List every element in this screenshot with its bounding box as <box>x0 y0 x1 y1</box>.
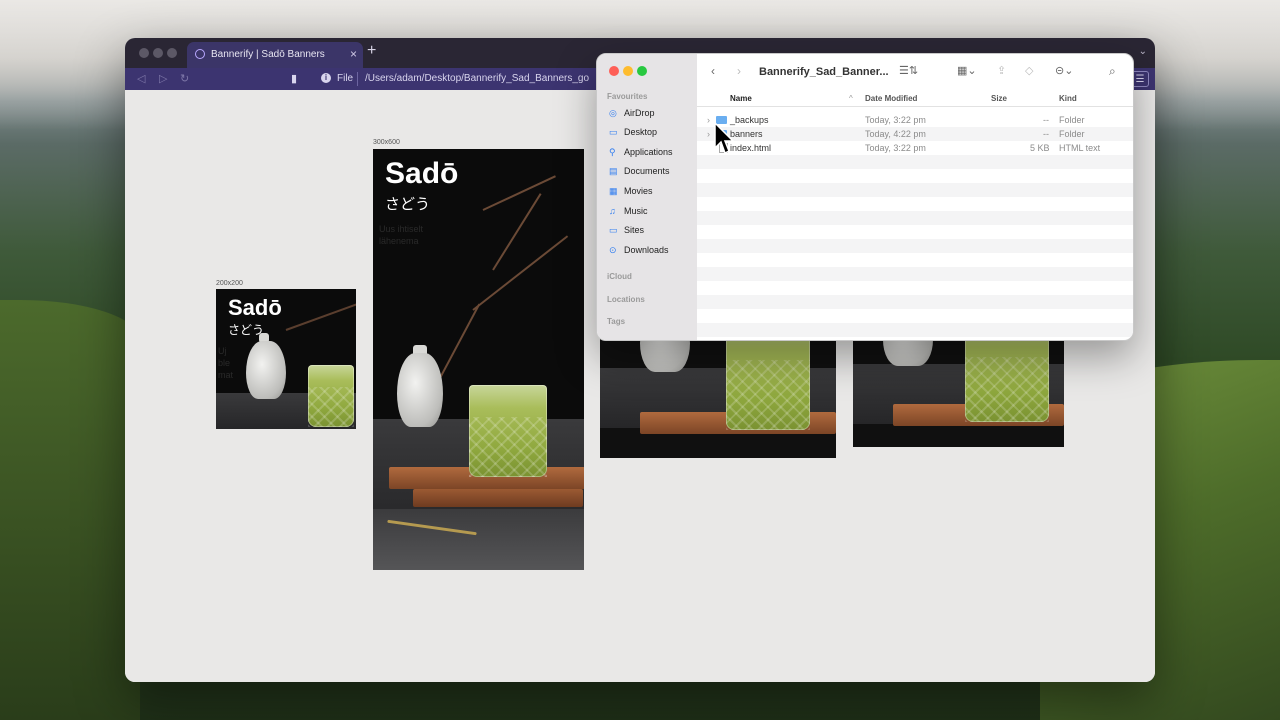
sidebar-header-icloud: iCloud <box>607 272 632 281</box>
forward-chevron-icon[interactable]: › <box>737 64 741 78</box>
column-header-size[interactable]: Size <box>991 94 1007 103</box>
banner-300x600[interactable]: Sadō さどう Uus ihtiselt lähenema <box>373 149 584 570</box>
disclosure-chevron-icon[interactable]: › <box>707 115 710 125</box>
mouse-cursor-icon <box>714 122 735 155</box>
sidebar-item-airdrop[interactable]: ◎ AirDrop <box>609 108 655 122</box>
banner-size-label: 200x200 <box>216 280 243 287</box>
bookmark-icon[interactable]: ▮ <box>291 72 297 85</box>
empty-row <box>697 323 1133 337</box>
minimize-window-button[interactable] <box>153 48 163 58</box>
close-window-button[interactable] <box>139 48 149 58</box>
sidebar-item-applications[interactable]: ⚲ Applications <box>609 147 673 161</box>
vase-image <box>246 341 286 399</box>
back-chevron-icon[interactable]: ‹ <box>711 64 715 78</box>
zoom-window-button[interactable] <box>167 48 177 58</box>
banner-landscape-2[interactable] <box>853 328 1064 447</box>
finder-title: Bannerify_Sad_Banner... <box>759 66 889 78</box>
more-actions-icon[interactable]: ⊝⌄ <box>1055 64 1073 77</box>
reload-icon[interactable]: ↻ <box>180 72 189 85</box>
applications-icon: ⚲ <box>609 147 616 157</box>
banner-size-label: 300x600 <box>373 139 400 146</box>
banner-subtitle: さどう <box>228 323 265 337</box>
folder-icon: ▭ <box>609 225 618 235</box>
info-icon[interactable]: i <box>321 73 331 83</box>
document-icon: ▤ <box>609 166 618 176</box>
vase-image <box>397 353 443 427</box>
new-tab-button[interactable]: + <box>367 42 376 60</box>
sidebar-item-desktop[interactable]: ▭ Desktop <box>609 127 657 141</box>
sidebar-item-downloads[interactable]: ⊙ Downloads <box>609 245 669 259</box>
downloads-icon: ⊙ <box>609 245 617 255</box>
finder-content: ‹ › Bannerify_Sad_Banner... ☰⇅ ▦⌄ ⇪ ◇ ⊝⌄… <box>697 54 1133 340</box>
finder-zoom-button[interactable] <box>637 66 647 76</box>
back-arrow-icon[interactable]: ◁ <box>137 72 145 85</box>
tab-close-icon[interactable]: × <box>350 47 357 61</box>
music-icon: ♫ <box>609 206 616 216</box>
forward-arrow-icon[interactable]: ▷ <box>159 72 167 85</box>
tab-bannerify[interactable]: Bannerify | Sadō Banners × <box>187 42 363 68</box>
disclosure-chevron-icon[interactable]: › <box>707 129 710 139</box>
finder-window: Favourites ◎ AirDrop ▭ Desktop ⚲ Applicatio… <box>596 53 1134 341</box>
table-row[interactable]: › banners Today, 4:22 pm -- Folder <box>697 127 1133 141</box>
url-separator <box>357 72 358 86</box>
sidebar-item-sites[interactable]: ▭ Sites <box>609 225 644 239</box>
sidebar-item-movies[interactable]: ▦ Movies <box>609 186 653 200</box>
airdrop-icon: ◎ <box>609 108 617 118</box>
banner-title: Sadō <box>385 157 459 190</box>
desktop-hill-left <box>0 300 140 720</box>
sidebar-header-favourites: Favourites <box>607 92 648 101</box>
banner-200x200[interactable]: Sadō さどう Uj ble mat <box>216 289 356 429</box>
desktop-icon: ▭ <box>609 127 618 137</box>
banner-landscape-1[interactable] <box>600 328 836 458</box>
banner-subtitle: さどう <box>385 196 431 213</box>
table-row[interactable]: index.html Today, 3:22 pm 5 KB HTML text <box>697 141 1133 155</box>
tag-icon[interactable]: ◇ <box>1025 64 1033 77</box>
sidebar-item-documents[interactable]: ▤ Documents <box>609 166 670 180</box>
banner-faint-text: Uus ihtiselt lähenema <box>379 224 424 246</box>
empty-row <box>697 295 1133 309</box>
finder-sidebar: Favourites ◎ AirDrop ▭ Desktop ⚲ Applicatio… <box>597 54 697 340</box>
share-icon[interactable]: ⇪ <box>997 64 1006 77</box>
grid-view-icon[interactable]: ▦⌄ <box>957 64 977 77</box>
sidebar-header-locations: Locations <box>607 295 645 304</box>
finder-close-button[interactable] <box>609 66 619 76</box>
empty-row <box>697 239 1133 253</box>
banner-title: Sadō <box>228 295 282 320</box>
sort-chevron-icon: ^ <box>849 94 853 103</box>
column-header-kind[interactable]: Kind <box>1059 94 1077 103</box>
matcha-glass-image <box>308 365 354 427</box>
column-header-date[interactable]: Date Modified <box>865 94 917 103</box>
empty-row <box>697 211 1133 225</box>
finder-minimize-button[interactable] <box>623 66 633 76</box>
url-scheme-label: File <box>337 73 354 84</box>
url-input[interactable]: /Users/adam/Desktop/Bannerify_Sad_Banner… <box>365 73 595 84</box>
matcha-glass-image <box>469 385 547 477</box>
table-row[interactable]: › _backups Today, 3:22 pm -- Folder <box>697 113 1133 127</box>
movies-icon: ▦ <box>609 186 618 196</box>
header-divider <box>697 106 1133 107</box>
bannerify-logo-icon <box>195 49 205 59</box>
list-view-icon[interactable]: ☰⇅ <box>899 64 918 77</box>
empty-row <box>697 183 1133 197</box>
empty-row <box>697 155 1133 169</box>
empty-row <box>697 267 1133 281</box>
sidebar-item-music[interactable]: ♫ Music <box>609 206 648 220</box>
banner-faint-text: Uj ble mat <box>218 346 234 380</box>
sidebar-header-tags: Tags <box>607 317 626 326</box>
column-header-name[interactable]: Name <box>730 94 752 103</box>
search-icon[interactable]: ⌕ <box>1109 64 1116 79</box>
tab-list-chevron-icon[interactable]: ⌄ <box>1139 46 1147 57</box>
tab-title: Bannerify | Sadō Banners <box>211 49 325 60</box>
finder-toolbar: ‹ › Bannerify_Sad_Banner... ☰⇅ ▦⌄ ⇪ ◇ ⊝⌄… <box>697 54 1133 90</box>
